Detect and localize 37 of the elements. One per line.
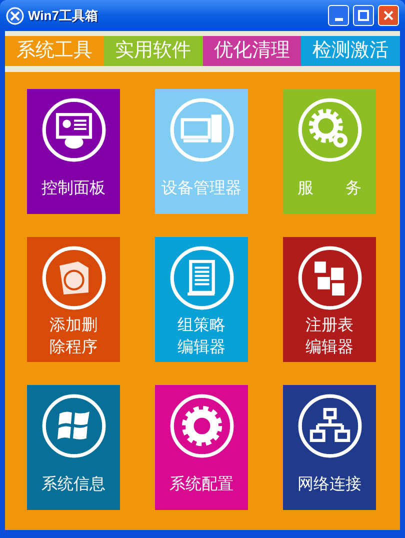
tile-label: 网络连接	[298, 474, 362, 494]
tile-label: 设备管理器	[162, 178, 242, 198]
gear-icon	[168, 393, 234, 459]
windows-logo-icon	[40, 393, 106, 459]
tab[interactable]: 优化清理	[202, 36, 302, 66]
tile-label: 系统信息	[42, 474, 106, 494]
tile-label: 控制面板	[42, 178, 106, 198]
network-icon	[296, 393, 362, 459]
cubes-icon	[296, 245, 362, 311]
minimize-button[interactable]	[328, 5, 349, 26]
app-tile[interactable]: 系统信息	[27, 385, 120, 510]
tile-label: 系统配置	[170, 474, 234, 494]
app-tile[interactable]: 添加删 除程序	[27, 237, 120, 362]
app-tile[interactable]: 控制面板	[27, 89, 120, 214]
monitor-icon	[40, 97, 106, 163]
tab[interactable]: 实用软件	[104, 36, 202, 66]
gears-icon	[296, 97, 362, 163]
maximize-icon	[358, 10, 369, 21]
app-tile[interactable]: 组策略 编辑器	[155, 237, 248, 362]
tile-label: 组策略 编辑器	[178, 316, 226, 358]
app-tile[interactable]: 网络连接	[283, 385, 376, 510]
window-title: Win7工具箱	[28, 6, 99, 25]
scroll-icon	[168, 245, 234, 311]
tile-label: 服 务	[298, 178, 362, 198]
tile-label: 添加删 除程序	[50, 316, 98, 358]
tab[interactable]: 检测激活	[301, 36, 400, 66]
close-icon	[383, 10, 394, 21]
app-tile[interactable]: 注册表 编辑器	[283, 237, 376, 362]
app-tile[interactable]: 系统配置	[155, 385, 248, 510]
minimize-icon	[334, 18, 342, 21]
app-tile[interactable]: 服 务	[283, 89, 376, 214]
computer-icon	[168, 97, 234, 163]
maximize-button[interactable]	[353, 5, 374, 26]
box-icon	[40, 245, 106, 311]
tab[interactable]: 系统工具	[5, 36, 104, 66]
tile-label: 注册表 编辑器	[306, 316, 354, 358]
close-button[interactable]	[378, 5, 399, 26]
